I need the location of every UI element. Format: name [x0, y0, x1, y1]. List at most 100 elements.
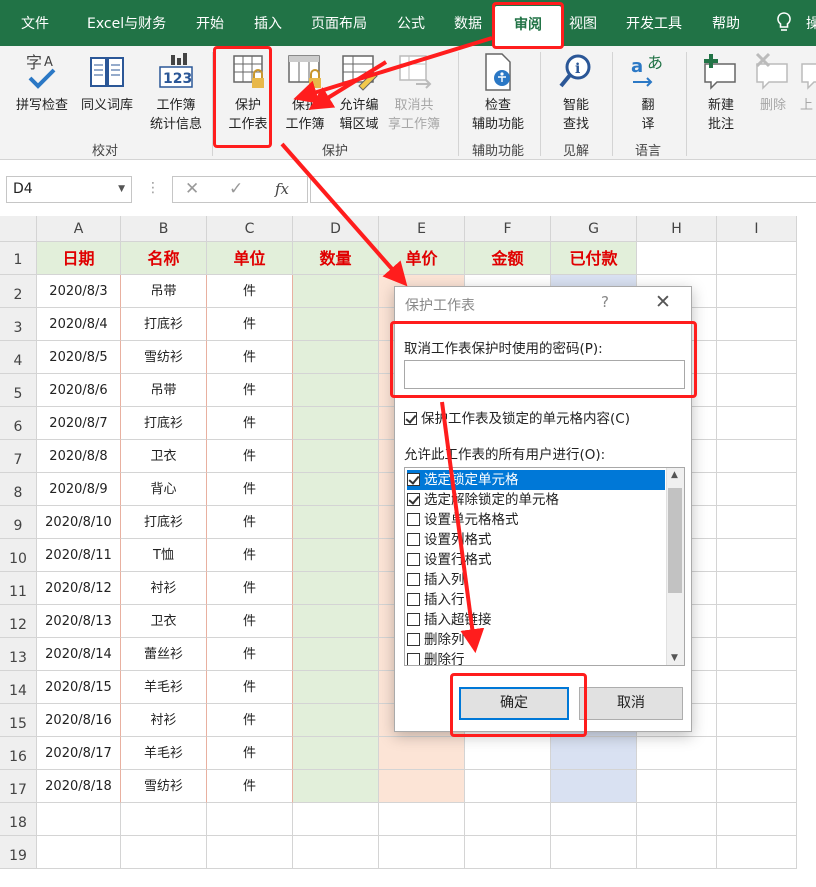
- column-header-b[interactable]: B: [121, 216, 207, 242]
- workbook-stats-button[interactable]: 123 工作簿 统计信息: [144, 52, 208, 134]
- cell-a2[interactable]: 2020/8/3: [37, 275, 121, 308]
- cell-c10[interactable]: 件: [207, 539, 293, 572]
- row-header-4[interactable]: 4: [0, 341, 37, 374]
- password-input[interactable]: [404, 360, 685, 389]
- column-header-f[interactable]: F: [465, 216, 551, 242]
- row-header-5[interactable]: 5: [0, 374, 37, 407]
- cell-h18[interactable]: [637, 803, 717, 836]
- menu-tell-me[interactable]: 操: [806, 14, 816, 34]
- cell-a8[interactable]: 2020/8/9: [37, 473, 121, 506]
- cell-c16[interactable]: 件: [207, 737, 293, 770]
- checkbox-icon[interactable]: [407, 613, 420, 626]
- row-header-2[interactable]: 2: [0, 275, 37, 308]
- cell-a11[interactable]: 2020/8/12: [37, 572, 121, 605]
- menu-view[interactable]: 视图: [569, 14, 597, 34]
- cell-d14[interactable]: [293, 671, 379, 704]
- cell-a16[interactable]: 2020/8/17: [37, 737, 121, 770]
- smart-lookup-button[interactable]: i 智能 查找: [548, 52, 604, 134]
- row-header-17[interactable]: 17: [0, 770, 37, 803]
- cell-c8[interactable]: 件: [207, 473, 293, 506]
- cell-d3[interactable]: [293, 308, 379, 341]
- protect-sheet-button[interactable]: 保护 工作表: [220, 52, 276, 134]
- cell-c9[interactable]: 件: [207, 506, 293, 539]
- cell-a6[interactable]: 2020/8/7: [37, 407, 121, 440]
- cell-b10[interactable]: T恤: [121, 539, 207, 572]
- chevron-down-icon[interactable]: ▼: [671, 653, 678, 663]
- cell-i6[interactable]: [717, 407, 797, 440]
- cell-a19[interactable]: [37, 836, 121, 869]
- cell-b3[interactable]: 打底衫: [121, 308, 207, 341]
- cell-i1[interactable]: [717, 242, 797, 275]
- delete-comment-button[interactable]: 删除: [750, 52, 796, 115]
- cell-b11[interactable]: 衬衫: [121, 572, 207, 605]
- cell-c12[interactable]: 件: [207, 605, 293, 638]
- cell-f18[interactable]: [465, 803, 551, 836]
- cell-i2[interactable]: [717, 275, 797, 308]
- row-header-13[interactable]: 13: [0, 638, 37, 671]
- column-header-e[interactable]: E: [379, 216, 465, 242]
- cell-b12[interactable]: 卫衣: [121, 605, 207, 638]
- protect-contents-checkbox[interactable]: 保护工作表及锁定的单元格内容(C): [404, 407, 630, 427]
- row-header-16[interactable]: 16: [0, 737, 37, 770]
- cell-a14[interactable]: 2020/8/15: [37, 671, 121, 704]
- cell-b4[interactable]: 雪纺衫: [121, 341, 207, 374]
- permission-option[interactable]: 设置单元格格式: [407, 510, 665, 530]
- column-header-c[interactable]: C: [207, 216, 293, 242]
- help-icon[interactable]: ?: [601, 293, 609, 311]
- cell-b6[interactable]: 打底衫: [121, 407, 207, 440]
- cell-h17[interactable]: [637, 770, 717, 803]
- cell-a10[interactable]: 2020/8/11: [37, 539, 121, 572]
- row-header-6[interactable]: 6: [0, 407, 37, 440]
- cell-a17[interactable]: 2020/8/18: [37, 770, 121, 803]
- cell-e19[interactable]: [379, 836, 465, 869]
- row-header-8[interactable]: 8: [0, 473, 37, 506]
- cell-d5[interactable]: [293, 374, 379, 407]
- row-header-14[interactable]: 14: [0, 671, 37, 704]
- drag-handle-icon[interactable]: ⋮: [146, 180, 160, 196]
- checkbox-icon[interactable]: [407, 553, 420, 566]
- checkbox-checked-icon[interactable]: [407, 473, 420, 486]
- cell-d7[interactable]: [293, 440, 379, 473]
- list-scrollbar[interactable]: ▲ ▼: [666, 468, 684, 665]
- permission-option[interactable]: 插入列: [407, 570, 665, 590]
- close-icon[interactable]: ✕: [655, 291, 671, 313]
- spell-check-button[interactable]: 字 A 拼写检查: [10, 52, 74, 115]
- cell-a9[interactable]: 2020/8/10: [37, 506, 121, 539]
- row-header-7[interactable]: 7: [0, 440, 37, 473]
- row-header-15[interactable]: 15: [0, 704, 37, 737]
- cell-b1[interactable]: 名称: [121, 242, 207, 275]
- menu-insert[interactable]: 插入: [254, 14, 282, 34]
- cell-i3[interactable]: [717, 308, 797, 341]
- checkbox-icon[interactable]: [407, 573, 420, 586]
- cell-b8[interactable]: 背心: [121, 473, 207, 506]
- cell-a5[interactable]: 2020/8/6: [37, 374, 121, 407]
- cell-i18[interactable]: [717, 803, 797, 836]
- menu-help[interactable]: 帮助: [712, 14, 740, 34]
- cell-a1[interactable]: 日期: [37, 242, 121, 275]
- permission-option[interactable]: 插入行: [407, 590, 665, 610]
- protect-workbook-button[interactable]: 保护 工作簿: [276, 52, 334, 134]
- cell-d18[interactable]: [293, 803, 379, 836]
- cell-d13[interactable]: [293, 638, 379, 671]
- column-header-a[interactable]: A: [37, 216, 121, 242]
- cell-b9[interactable]: 打底衫: [121, 506, 207, 539]
- cell-d9[interactable]: [293, 506, 379, 539]
- check-accessibility-button[interactable]: 检查 辅助功能: [462, 52, 534, 134]
- cell-d19[interactable]: [293, 836, 379, 869]
- cell-i11[interactable]: [717, 572, 797, 605]
- column-header-g[interactable]: G: [551, 216, 637, 242]
- cell-d8[interactable]: [293, 473, 379, 506]
- translate-button[interactable]: a あ 翻 译: [620, 52, 676, 134]
- row-header-19[interactable]: 19: [0, 836, 37, 869]
- permission-option[interactable]: 选定锁定单元格: [407, 470, 665, 490]
- lightbulb-icon[interactable]: [776, 12, 792, 40]
- menu-file[interactable]: 文件: [21, 14, 49, 34]
- cell-f17[interactable]: [465, 770, 551, 803]
- cell-a13[interactable]: 2020/8/14: [37, 638, 121, 671]
- chevron-down-icon[interactable]: ▼: [118, 177, 125, 202]
- cancel-icon[interactable]: ✕: [185, 179, 199, 199]
- cell-c7[interactable]: 件: [207, 440, 293, 473]
- cell-b17[interactable]: 雪纺衫: [121, 770, 207, 803]
- cell-c1[interactable]: 单位: [207, 242, 293, 275]
- cell-c6[interactable]: 件: [207, 407, 293, 440]
